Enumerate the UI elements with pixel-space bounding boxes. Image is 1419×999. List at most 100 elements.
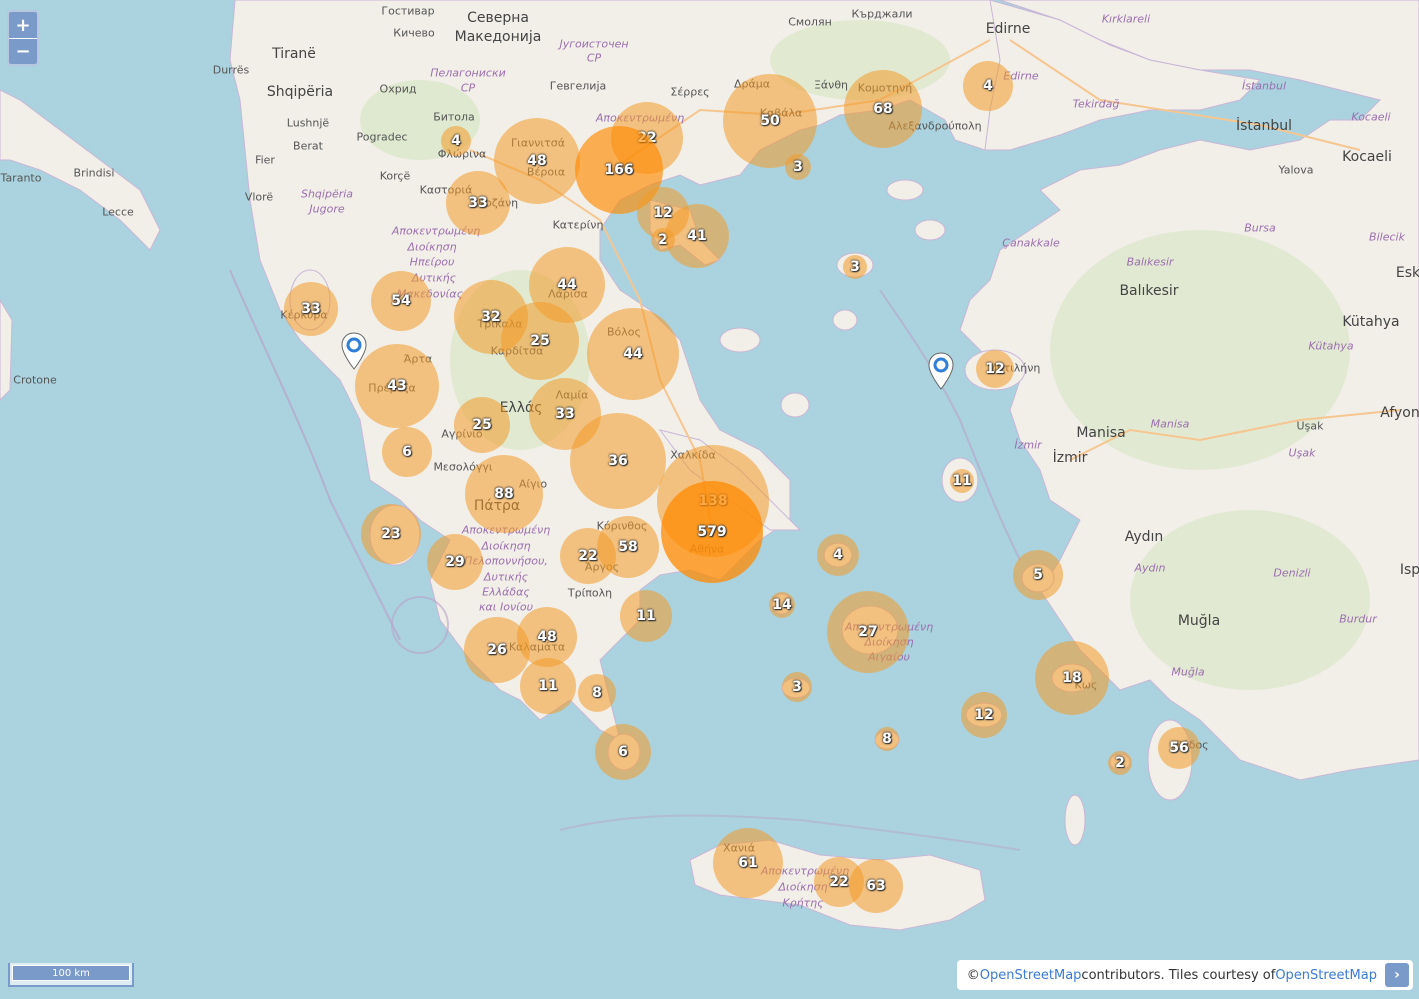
cluster-count: 44	[623, 346, 643, 362]
cluster-marker[interactable]: 25	[454, 397, 510, 453]
location-marker-icon[interactable]	[341, 332, 367, 370]
cluster-count: 4	[833, 547, 843, 563]
cluster-count: 3	[850, 259, 860, 275]
cluster-marker[interactable]: 4	[441, 126, 471, 156]
cluster-marker[interactable]: 61	[713, 828, 783, 898]
cluster-marker[interactable]: 579	[661, 481, 763, 583]
cluster-count: 12	[974, 707, 994, 723]
cluster-count: 63	[866, 878, 886, 894]
cluster-marker[interactable]: 44	[587, 308, 679, 400]
cluster-count: 29	[445, 554, 465, 570]
cluster-count: 27	[858, 624, 878, 640]
openstreetmap-link[interactable]: OpenStreetMap	[980, 968, 1082, 983]
cluster-count: 3	[792, 679, 802, 695]
cluster-marker[interactable]: 88	[465, 455, 543, 533]
attribution-toggle-button[interactable]: ›	[1385, 963, 1409, 987]
cluster-marker[interactable]: 5	[1013, 550, 1063, 600]
cluster-marker[interactable]: 3	[785, 154, 811, 180]
scale-bar: 100 km	[8, 963, 134, 987]
cluster-count: 6	[402, 444, 412, 460]
cluster-count: 22	[578, 548, 598, 564]
cluster-count: 4	[983, 78, 993, 94]
scale-label: 100 km	[52, 967, 90, 979]
cluster-count: 2	[1115, 755, 1125, 771]
cluster-count: 36	[608, 453, 628, 469]
cluster-count: 58	[618, 539, 638, 555]
cluster-marker[interactable]: 68	[844, 70, 922, 148]
tiles-provider-link[interactable]: OpenStreetMap	[1275, 968, 1377, 983]
cluster-count: 22	[829, 874, 849, 890]
cluster-count: 18	[1062, 670, 1082, 686]
cluster-count: 33	[555, 406, 575, 422]
attribution-prefix: ©	[966, 967, 980, 983]
cluster-marker[interactable]: 4	[963, 61, 1013, 111]
cluster-count: 6	[618, 744, 628, 760]
cluster-count: 43	[387, 378, 407, 394]
cluster-count: 41	[687, 228, 707, 244]
map-view[interactable]: Гостивар Северна Македонија Кичево Југои…	[0, 0, 1419, 999]
cluster-count: 56	[1169, 740, 1189, 756]
cluster-marker[interactable]: 23	[361, 504, 421, 564]
cluster-count: 68	[873, 101, 893, 117]
cluster-count: 25	[530, 333, 550, 349]
cluster-count: 579	[697, 524, 727, 540]
cluster-count: 88	[494, 486, 514, 502]
cluster-count: 14	[772, 597, 792, 613]
cluster-marker[interactable]: 8	[578, 674, 616, 712]
cluster-marker[interactable]: 12	[961, 692, 1007, 738]
cluster-marker[interactable]: 18	[1035, 641, 1109, 715]
cluster-marker[interactable]: 11	[620, 590, 672, 642]
cluster-marker[interactable]: 14	[769, 592, 795, 618]
cluster-marker[interactable]: 11	[520, 658, 576, 714]
cluster-count: 3	[793, 159, 803, 175]
cluster-marker[interactable]: 25	[501, 302, 579, 380]
cluster-marker[interactable]: 33	[446, 171, 510, 235]
cluster-count: 8	[592, 685, 602, 701]
cluster-count: 166	[604, 162, 634, 178]
cluster-count: 26	[487, 642, 507, 658]
cluster-marker[interactable]: 54	[371, 271, 431, 331]
cluster-marker[interactable]: 43	[355, 344, 439, 428]
cluster-count: 33	[301, 301, 321, 317]
zoom-control: + −	[7, 10, 39, 66]
cluster-count: 50	[760, 113, 780, 129]
cluster-marker[interactable]: 6	[595, 724, 651, 780]
zoom-in-button[interactable]: +	[9, 12, 37, 38]
location-marker-icon[interactable]	[928, 352, 954, 390]
cluster-marker[interactable]: 6	[382, 427, 432, 477]
cluster-count: 44	[557, 277, 577, 293]
cluster-count: 5	[1033, 567, 1043, 583]
cluster-marker[interactable]: 3	[843, 255, 867, 279]
cluster-count: 11	[538, 678, 558, 694]
cluster-count: 23	[381, 526, 401, 542]
cluster-count: 54	[391, 293, 411, 309]
cluster-marker[interactable]: 12	[976, 350, 1014, 388]
cluster-marker[interactable]: 2	[1108, 751, 1132, 775]
cluster-marker[interactable]: 56	[1158, 727, 1200, 769]
cluster-marker[interactable]: 8	[875, 727, 899, 751]
attribution-text: contributors. Tiles courtesy of	[1081, 967, 1276, 983]
cluster-marker[interactable]: 26	[464, 617, 530, 683]
cluster-marker[interactable]: 27	[827, 591, 909, 673]
cluster-count: 48	[537, 629, 557, 645]
cluster-marker[interactable]: 11	[950, 469, 974, 493]
cluster-count: 33	[468, 195, 488, 211]
cluster-count: 61	[738, 855, 758, 871]
cluster-count: 8	[882, 731, 892, 747]
cluster-marker[interactable]: 36	[570, 413, 666, 509]
cluster-marker[interactable]: 3	[782, 672, 812, 702]
scale-bar-fill: 100 km	[12, 965, 130, 981]
cluster-marker[interactable]: 41	[665, 204, 729, 268]
cluster-count: 25	[472, 417, 492, 433]
cluster-count: 4	[451, 133, 461, 149]
cluster-marker[interactable]: 63	[849, 859, 903, 913]
cluster-marker[interactable]: 29	[427, 534, 483, 590]
cluster-marker[interactable]: 33	[284, 282, 338, 336]
cluster-count: 12	[985, 361, 1005, 377]
attribution: © OpenStreetMap contributors. Tiles cour…	[956, 960, 1413, 990]
cluster-count: 11	[952, 473, 972, 489]
cluster-marker[interactable]: 4	[817, 534, 859, 576]
cluster-marker[interactable]: 58	[597, 516, 659, 578]
cluster-marker[interactable]: 50	[723, 74, 817, 168]
zoom-out-button[interactable]: −	[9, 38, 37, 64]
